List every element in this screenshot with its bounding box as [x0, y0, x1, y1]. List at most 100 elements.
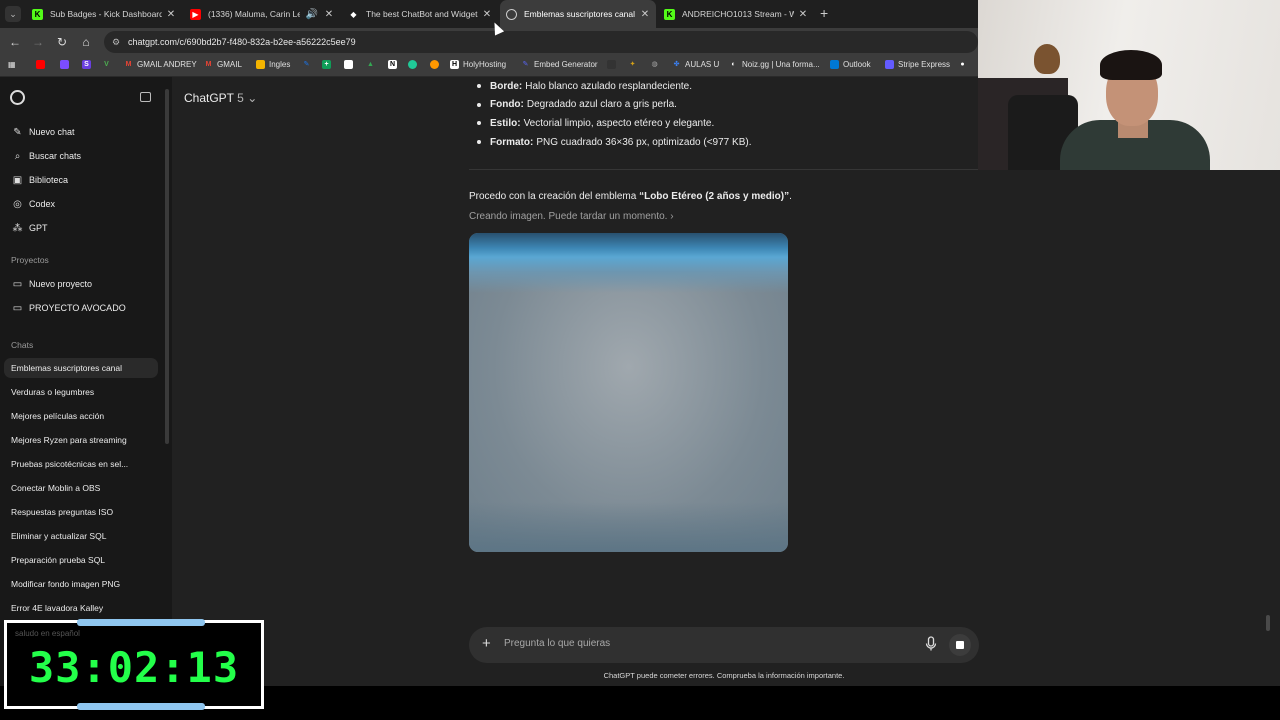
chat-item[interactable]: Mejores películas acción	[4, 406, 158, 426]
close-tab-icon[interactable]: ✕	[798, 9, 808, 20]
close-tab-icon[interactable]: ✕	[482, 9, 492, 20]
close-tab-icon[interactable]: ✕	[166, 9, 176, 20]
bookmark-noiz[interactable]: ◐ Noiz.gg | Una forma...	[729, 60, 819, 69]
url-input[interactable]: ⚙ chatgpt.com/c/690bd2b7-f480-832a-b2ee-…	[104, 31, 978, 53]
forward-arrow-icon[interactable]: →	[31, 35, 45, 49]
bookmark-drive[interactable]: ▲	[366, 60, 379, 69]
openai-logo-icon[interactable]	[10, 90, 25, 105]
sidebar-toggle-icon[interactable]	[140, 92, 151, 102]
bookmark-more[interactable]: ●	[958, 60, 971, 69]
sheets-icon: +	[322, 60, 331, 69]
sidebar-item-biblioteca[interactable]: ▣ Biblioteca	[6, 170, 160, 190]
chat-item[interactable]: Verduras o legumbres	[4, 382, 158, 402]
reload-icon[interactable]: ↻	[55, 35, 69, 49]
tab-search-dropdown-icon[interactable]: ⌄	[5, 6, 21, 22]
chat-item[interactable]: Modificar fondo imagen PNG	[4, 574, 158, 594]
prompt-input[interactable]: Pregunta lo que quieras	[504, 638, 610, 649]
tab-emblemas[interactable]: Emblemas suscriptores canal ✕	[500, 0, 656, 28]
home-icon[interactable]: ⌂	[79, 35, 93, 49]
plus-icon[interactable]: +	[482, 635, 491, 652]
list-item: Estilo: Vectorial limpio, aspecto etéreo …	[477, 114, 910, 133]
model-selector[interactable]: ChatGPT 5 ⌄	[184, 91, 257, 105]
sidebar-item-codex[interactable]: ◎ Codex	[6, 194, 160, 214]
bookmark-yellow[interactable]: ✦	[628, 60, 641, 69]
bolt-icon: ✦	[629, 61, 636, 68]
folder-plus-icon: ▭	[12, 278, 23, 290]
close-tab-icon[interactable]: ✕	[324, 9, 334, 20]
gmail-icon: M	[205, 61, 212, 68]
tab-youtube[interactable]: ▶ (1336) Maluma, Carin Leon 🔊 ✕	[184, 0, 340, 28]
gmail-icon: M	[125, 61, 132, 68]
bookmark-youtube[interactable]	[36, 60, 49, 69]
bookmark-blue[interactable]: ✎	[302, 60, 315, 69]
bookmark-holyhosting[interactable]: H HolyHosting	[450, 60, 506, 69]
sidebar-item-gpt[interactable]: ⁂ GPT	[6, 218, 160, 238]
bookmark-dark[interactable]	[607, 60, 620, 69]
chat-item[interactable]: Error 4E lavadora Kalley	[4, 598, 158, 618]
bookmark-stripe[interactable]: Stripe Express	[885, 60, 950, 69]
sidebar-scrollbar[interactable]	[165, 89, 169, 444]
apps-grid-icon[interactable]: ▦	[8, 60, 16, 69]
close-tab-icon[interactable]: ✕	[640, 9, 650, 20]
youtube-icon	[36, 60, 45, 69]
chevron-down-icon: ⌄	[247, 91, 258, 105]
github-icon: ●	[960, 61, 965, 68]
sidebar: ✎ Nuevo chat ⌕ Buscar chats ▣ Biblioteca…	[0, 77, 172, 686]
bookmark-green[interactable]	[408, 60, 421, 69]
projects-heading: Proyectos	[11, 255, 49, 265]
site-settings-icon[interactable]: ⚙	[112, 31, 120, 53]
chat-item[interactable]: Pruebas psicotécnicas en sel...	[4, 454, 158, 474]
stream-timer-overlay: saludo en español 33:02:13	[4, 619, 264, 710]
stripe-icon	[885, 60, 894, 69]
bookmark-s[interactable]: S	[82, 60, 95, 69]
bookmark-orange[interactable]	[430, 60, 443, 69]
image-generation-status[interactable]: Creando imagen. Puede tardar un momento.…	[469, 211, 674, 222]
browser-address-bar: ← → ↻ ⌂ ⚙ chatgpt.com/c/690bd2b7-f480-83…	[0, 28, 978, 56]
outlook-icon	[830, 60, 839, 69]
bookmark-embed-generator[interactable]: ✎ Embed Generator	[521, 60, 598, 69]
chat-item[interactable]: Conectar Moblin a OBS	[4, 478, 158, 498]
pen-icon: ✎	[303, 61, 310, 68]
prompt-composer[interactable]: + Pregunta lo que quieras	[469, 627, 979, 663]
chat-item[interactable]: Preparación prueba SQL	[4, 550, 158, 570]
chat-item[interactable]: Mejores Ryzen para streaming	[4, 430, 158, 450]
spec-list: Borde: Halo blanco azulado resplandecient…	[477, 77, 910, 151]
chat-item[interactable]: Respuestas preguntas ISO	[4, 502, 158, 522]
bookmark-aulas-u[interactable]: ✤ AULAS U	[672, 60, 720, 69]
speaker-icon[interactable]: 🔊	[304, 9, 320, 20]
teddy-bear	[1034, 44, 1060, 74]
stop-generating-button[interactable]	[949, 634, 971, 656]
sidebar-item-nuevo-chat[interactable]: ✎ Nuevo chat	[6, 122, 160, 142]
twitch-icon	[60, 60, 69, 69]
sidebar-item-proyecto-avocado[interactable]: ▭ PROYECTO AVOCADO	[6, 298, 160, 318]
new-tab-icon[interactable]: +	[820, 5, 828, 21]
back-arrow-icon[interactable]: ←	[8, 35, 22, 49]
tab-sub-badges[interactable]: K Sub Badges - Kick Dashboard ✕	[26, 0, 182, 28]
list-item: Borde: Halo blanco azulado resplandecient…	[477, 77, 910, 96]
new-chat-icon: ✎	[13, 126, 22, 138]
bookmark-ingles[interactable]: Ingles	[256, 60, 290, 69]
bookmark-sheets[interactable]: +	[322, 60, 335, 69]
chat-item-emblemas[interactable]: Emblemas suscriptores canal	[4, 358, 158, 378]
bookmark-outlook[interactable]: Outlook	[830, 60, 871, 69]
folder-icon: ▭	[12, 302, 23, 314]
bookmark-gmail-andrey[interactable]: M GMAIL ANDREY	[124, 60, 197, 69]
chat-item[interactable]: Eliminar y actualizar SQL	[4, 526, 158, 546]
v-icon: V	[104, 61, 109, 68]
bookmark-gmail[interactable]: M GMAIL	[204, 60, 242, 69]
scroll-to-bottom-indicator[interactable]	[1266, 615, 1270, 631]
sidebar-item-buscar-chats[interactable]: ⌕ Buscar chats	[6, 146, 160, 166]
timer-digits: 33:02:13	[28, 643, 240, 692]
bookmark-twitch[interactable]	[60, 60, 73, 69]
bookmark-notion[interactable]: N	[388, 60, 401, 69]
bookmark-globe[interactable]: ◍	[650, 60, 663, 69]
sidebar-item-nuevo-proyecto[interactable]: ▭ Nuevo proyecto	[6, 274, 160, 294]
tab-chatbot-widgets[interactable]: ◆ The best ChatBot and Widgets ✕	[342, 0, 498, 28]
bookmark-v[interactable]: V	[102, 60, 115, 69]
microphone-icon[interactable]	[925, 636, 937, 652]
tab-andreicho-stream[interactable]: K ANDREICHO1013 Stream - Wa ✕	[658, 0, 814, 28]
bookmark-doc[interactable]	[344, 60, 357, 69]
timer-ghost-text: saludo en español	[15, 629, 80, 638]
gpt-icon: ⁂	[12, 222, 23, 234]
drive-icon: ▲	[367, 61, 374, 68]
